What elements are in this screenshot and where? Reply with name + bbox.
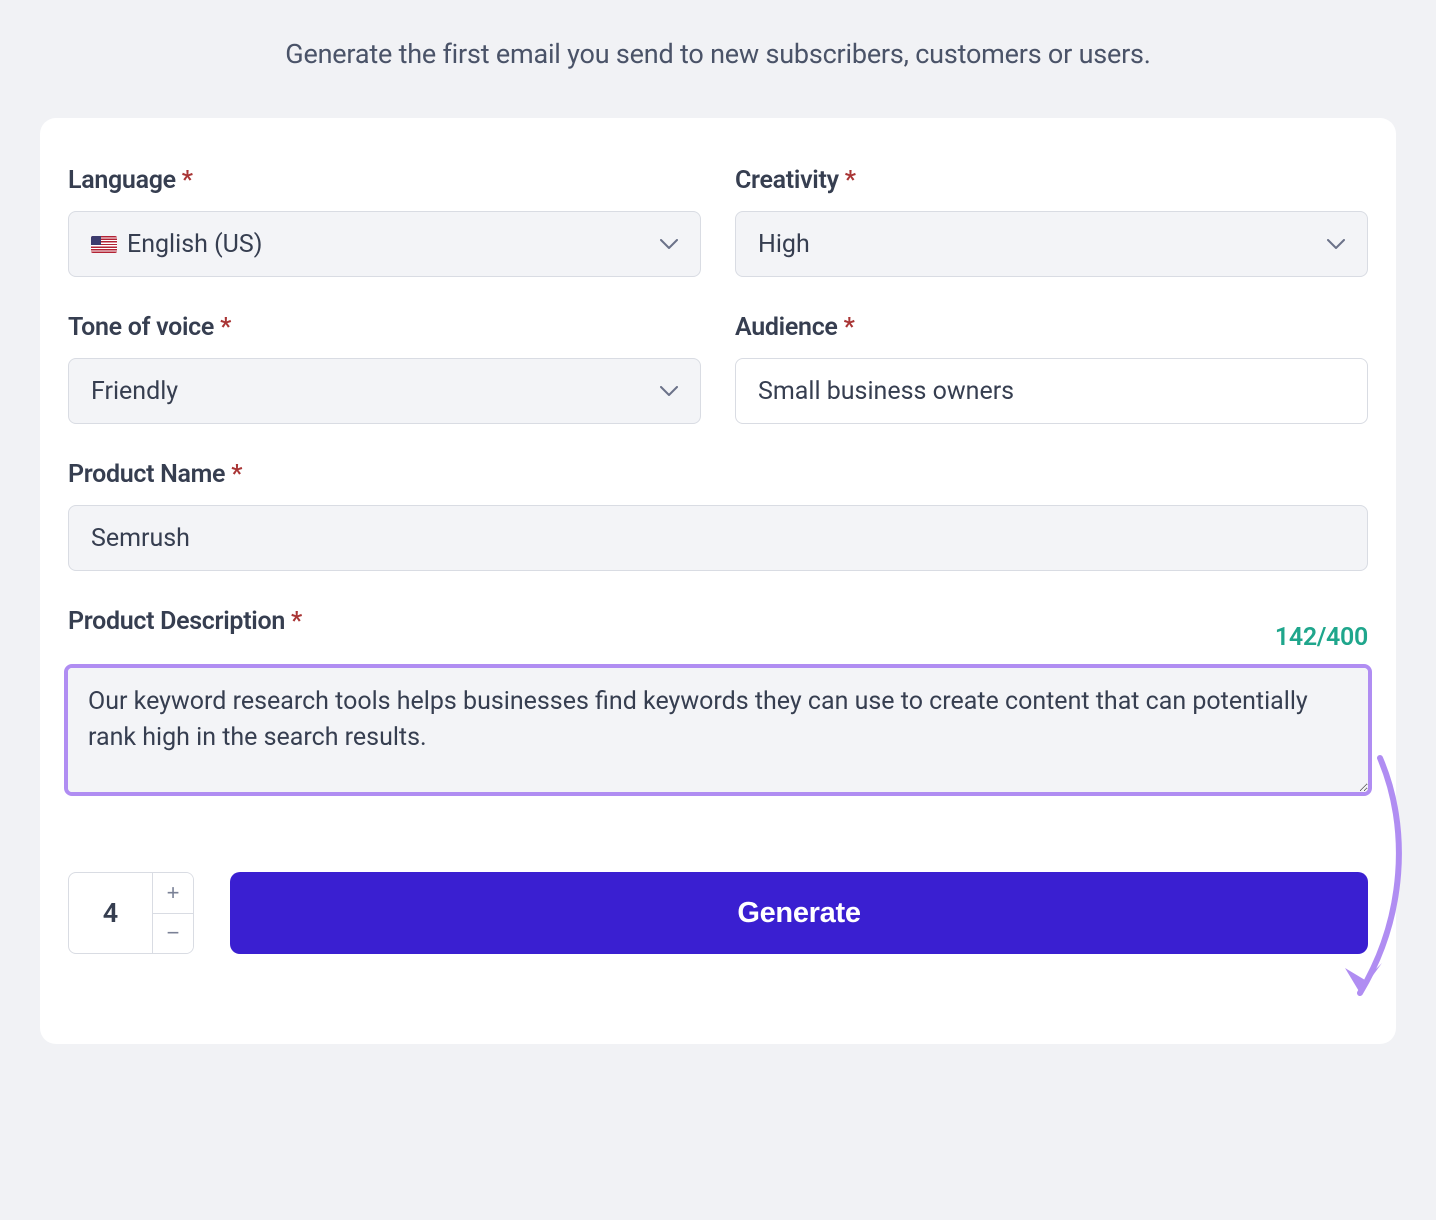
language-field: Language* English (US) — [68, 166, 701, 277]
product-name-field: Product Name* — [68, 460, 1368, 571]
quantity-stepper[interactable]: 4 + − — [68, 872, 194, 954]
quantity-increase-button[interactable]: + — [153, 873, 193, 914]
language-label-text: Language — [68, 166, 176, 195]
creativity-select[interactable]: High — [735, 211, 1368, 277]
required-mark: * — [844, 313, 855, 342]
creativity-field: Creativity* High — [735, 166, 1368, 277]
chevron-down-icon — [1327, 235, 1345, 253]
generate-button[interactable]: Generate — [230, 872, 1368, 954]
creativity-label-text: Creativity — [735, 166, 839, 195]
product-name-input[interactable] — [68, 505, 1368, 571]
product-description-label-text: Product Description — [68, 607, 285, 636]
required-mark: * — [845, 166, 856, 195]
quantity-value: 4 — [69, 873, 153, 953]
audience-label-text: Audience — [735, 313, 838, 342]
page-subtitle: Generate the first email you send to new… — [0, 0, 1436, 118]
chevron-down-icon — [660, 382, 678, 400]
required-mark: * — [182, 166, 193, 195]
product-name-label: Product Name* — [68, 460, 1368, 489]
creativity-label: Creativity* — [735, 166, 1368, 195]
audience-label: Audience* — [735, 313, 1368, 342]
quantity-decrease-button[interactable]: − — [153, 914, 193, 954]
product-description-highlight — [64, 664, 1372, 796]
form-card: Language* English (US) Creativity* High — [40, 118, 1396, 1044]
required-mark: * — [231, 460, 242, 489]
product-description-field: Product Description* 142/400 — [68, 607, 1368, 796]
language-select[interactable]: English (US) — [68, 211, 701, 277]
product-name-label-text: Product Name — [68, 460, 225, 489]
required-mark: * — [291, 607, 302, 636]
language-value: English (US) — [127, 230, 262, 259]
tone-value: Friendly — [91, 377, 178, 406]
tone-label-text: Tone of voice — [68, 313, 214, 342]
us-flag-icon — [91, 236, 117, 253]
tone-select[interactable]: Friendly — [68, 358, 701, 424]
chevron-down-icon — [660, 235, 678, 253]
required-mark: * — [220, 313, 231, 342]
tone-label: Tone of voice* — [68, 313, 701, 342]
product-description-label: Product Description* — [68, 607, 302, 636]
creativity-value: High — [758, 230, 810, 259]
language-label: Language* — [68, 166, 701, 195]
audience-input[interactable] — [735, 358, 1368, 424]
char-count: 142/400 — [1275, 623, 1368, 652]
audience-field: Audience* — [735, 313, 1368, 424]
tone-field: Tone of voice* Friendly — [68, 313, 701, 424]
product-description-input[interactable] — [68, 668, 1368, 792]
